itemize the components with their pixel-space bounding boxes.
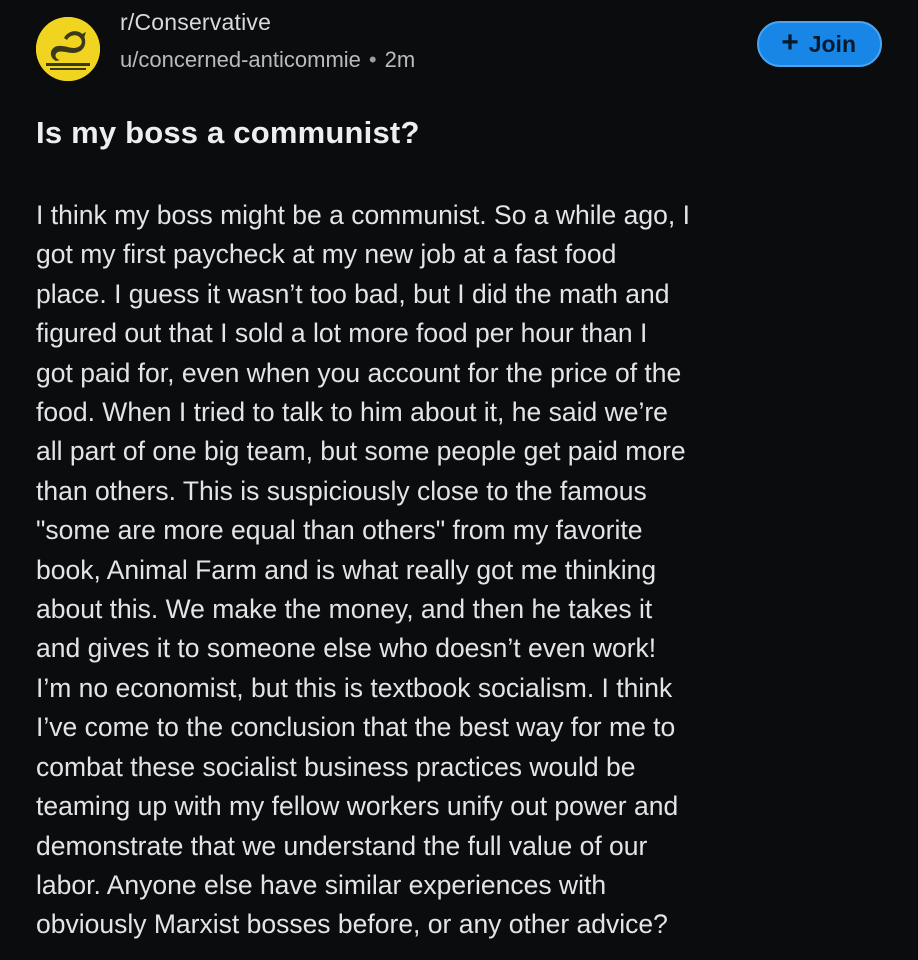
post-meta: r/Conservative u/concerned-anticommie • 2m (120, 8, 415, 74)
post-body: I think my boss might be a communist. So… (36, 196, 888, 945)
post-title[interactable]: Is my boss a communist? (36, 112, 420, 154)
post-body-line: place. I guess it wasn’t too bad, but I … (36, 278, 670, 309)
post-body-line: obviously Marxist bosses before, or any … (36, 909, 668, 940)
post-header: r/Conservative u/concerned-anticommie • 2m… (36, 8, 882, 81)
subreddit-avatar[interactable] (36, 17, 100, 81)
post-body-line: about this. We make the money, and then … (36, 594, 653, 625)
post-body-line: teaming up with my fellow workers unify … (36, 791, 679, 822)
join-button[interactable]: + Join (757, 21, 882, 67)
post-body-line: got paid for, even when you account for … (36, 357, 682, 388)
post-body-line: "some are more equal than others" from m… (36, 515, 643, 546)
post-body-line: I think my boss might be a communist. So… (36, 200, 690, 230)
gadsden-flag-icon (36, 17, 100, 81)
subreddit-name[interactable]: r/Conservative (120, 8, 415, 36)
post-body-line: and gives it to someone else who doesn’t… (36, 633, 657, 664)
post-body-line: labor. Anyone else have similar experien… (36, 869, 607, 900)
post-body-line: combat these socialist business practice… (36, 751, 636, 782)
post-body-line: demonstrate that we understand the full … (36, 830, 648, 861)
plus-icon: + (781, 25, 799, 59)
post-body-line: food. When I tried to talk to him about … (36, 397, 668, 428)
post-body-line: book, Animal Farm and is what really got… (36, 554, 657, 585)
post-body-line: than others. This is suspiciously close … (36, 475, 647, 506)
post-body-line: figured out that I sold a lot more food … (36, 318, 648, 349)
byline-separator: • (368, 47, 377, 72)
post-body-line: got my first paycheck at my new job at a… (36, 239, 617, 270)
post-body-line: I’ve come to the conclusion that the bes… (36, 712, 676, 743)
byline: u/concerned-anticommie • 2m (120, 46, 415, 74)
post-body-line: all part of one big team, but some peopl… (36, 436, 686, 467)
join-label: Join (808, 30, 856, 57)
post-body-line: I’m no economist, but this is textbook s… (36, 672, 673, 703)
username[interactable]: u/concerned-anticommie (120, 47, 361, 72)
post-time: 2m (384, 47, 416, 72)
